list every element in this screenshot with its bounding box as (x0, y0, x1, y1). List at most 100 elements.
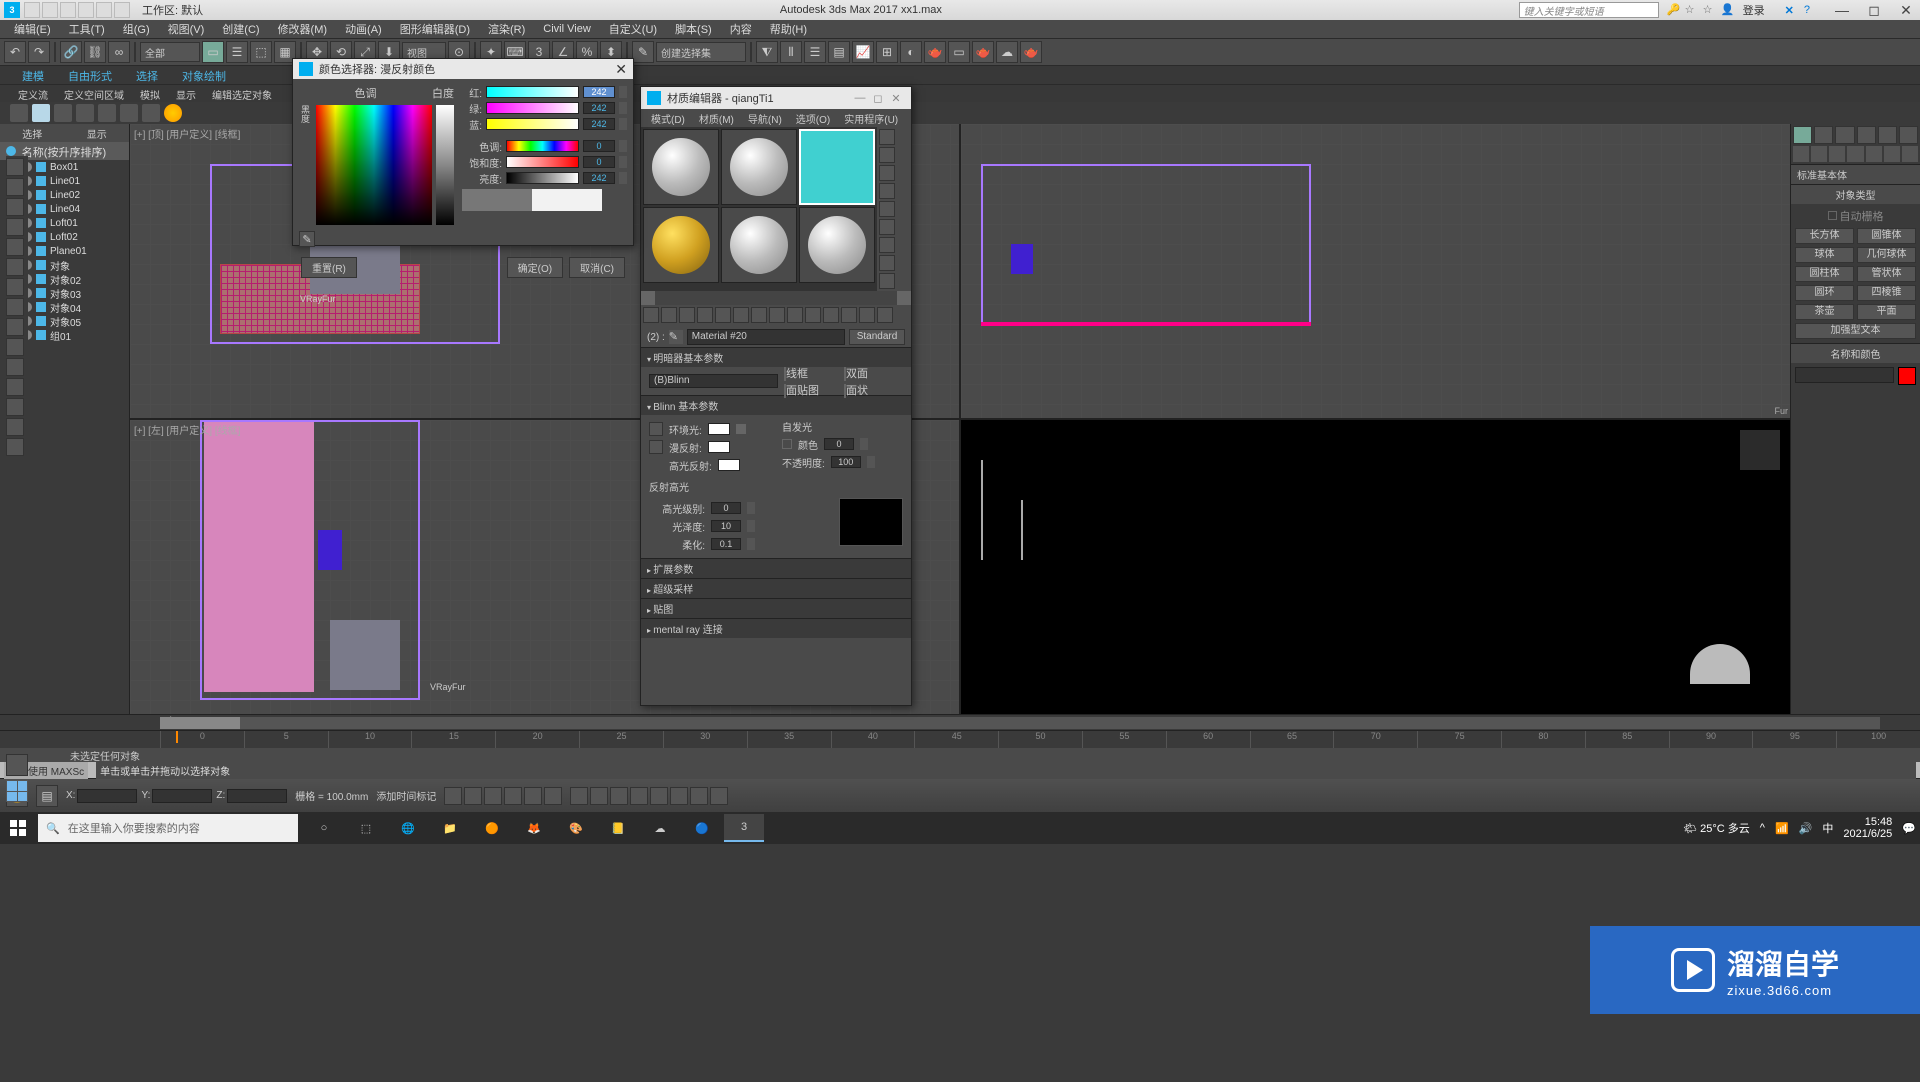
se-tool-icon[interactable] (6, 438, 24, 456)
notes-icon[interactable]: 📒 (598, 814, 638, 842)
align-button[interactable]: ⫴ (780, 41, 802, 63)
cancel-button[interactable]: 取消(C) (569, 257, 625, 278)
menu-customize[interactable]: 自定义(U) (601, 19, 665, 39)
window-maximize-button[interactable]: ◻ (869, 92, 887, 105)
create-pyramid-button[interactable]: 四棱锥 (1857, 285, 1916, 301)
zoom-extents-button[interactable] (610, 787, 628, 805)
opacity-value[interactable]: 100 (831, 456, 861, 468)
undo-button[interactable]: ↶ (4, 41, 26, 63)
spinner[interactable] (867, 456, 875, 468)
area-icon[interactable] (32, 104, 50, 122)
h-slider[interactable] (506, 140, 579, 152)
go-forward-icon[interactable] (859, 307, 875, 323)
cp-cat-lights[interactable] (1829, 146, 1845, 162)
star-icon[interactable]: ☆ (1685, 3, 1699, 17)
rib-simulate[interactable]: 模拟 (132, 85, 168, 102)
coord-x-input[interactable] (77, 789, 137, 803)
spinner[interactable] (747, 502, 755, 514)
ribbon-tab-modeling[interactable]: 建模 (10, 66, 56, 84)
mat-id-icon[interactable] (879, 273, 895, 289)
cp-cat-cameras[interactable] (1847, 146, 1863, 162)
object-color-swatch[interactable] (1898, 367, 1916, 385)
cp-cat-shapes[interactable] (1811, 146, 1827, 162)
se-tool-icon[interactable] (6, 278, 24, 296)
windows-start-button[interactable] (4, 814, 32, 842)
app-icon[interactable]: 🟠 (472, 814, 512, 842)
cp-tab-hierarchy[interactable] (1835, 126, 1854, 144)
qat-link-icon[interactable] (114, 2, 130, 18)
spinner[interactable] (619, 172, 627, 184)
help-icon[interactable]: ? (1804, 4, 1810, 16)
assign-material-icon[interactable] (679, 307, 695, 323)
menu-create[interactable]: 创建(C) (214, 19, 267, 39)
cp-tab-create[interactable] (1793, 126, 1812, 144)
se-tool-icon[interactable] (6, 238, 24, 256)
sun-icon[interactable] (164, 104, 182, 122)
color-picker-titlebar[interactable]: 颜色选择器: 漫反射颜色 ✕ (293, 59, 633, 79)
window-restore-button[interactable]: ◻ (1864, 2, 1884, 19)
rect-select-button[interactable]: ⬚ (250, 41, 272, 63)
se-tool-icon[interactable] (6, 198, 24, 216)
flow-icon[interactable] (10, 104, 28, 122)
lock-icon[interactable] (736, 424, 746, 434)
rib-display[interactable]: 显示 (168, 85, 204, 102)
sim-icon[interactable] (76, 104, 94, 122)
link-button[interactable]: 🔗 (60, 41, 82, 63)
firefox-icon[interactable]: 🦊 (514, 814, 554, 842)
selection-filter-dropdown[interactable]: 全部 (140, 42, 200, 62)
se-tool-icon[interactable] (6, 358, 24, 376)
se-tool-icon[interactable] (6, 258, 24, 276)
menu-graph-editors[interactable]: 图形编辑器(D) (392, 19, 478, 39)
pick-material-icon[interactable] (877, 307, 893, 323)
go-parent-icon[interactable] (823, 307, 839, 323)
backlight-icon[interactable] (879, 147, 895, 163)
cp-tab-modify[interactable] (1814, 126, 1833, 144)
diffuse-swatch[interactable] (708, 441, 730, 453)
bind-button[interactable]: ∞ (108, 41, 130, 63)
material-slot-selected[interactable] (799, 129, 875, 205)
se-tool-icon[interactable] (6, 178, 24, 196)
rollout-extended[interactable]: 扩展参数 (641, 558, 911, 578)
time-ruler[interactable]: 0 5 10 15 20 25 30 35 40 45 50 55 60 65 … (0, 730, 1920, 748)
ribbon-tab-freeform[interactable]: 自由形式 (56, 66, 124, 84)
taskbar-clock[interactable]: 15:48 2021/6/25 (1843, 816, 1892, 840)
video-color-icon[interactable] (879, 201, 895, 217)
glossiness-value[interactable]: 10 (711, 520, 741, 532)
window-minimize-button[interactable]: — (1832, 2, 1852, 19)
menu-civil-view[interactable]: Civil View (535, 21, 598, 37)
viewcube[interactable] (1740, 430, 1780, 470)
coord-y-input[interactable] (152, 789, 212, 803)
create-teapot-button[interactable]: 茶壶 (1795, 304, 1854, 320)
schematic-button[interactable]: ⊞ (876, 41, 898, 63)
menu-tools[interactable]: 工具(T) (61, 19, 113, 39)
rollout-maps[interactable]: 贴图 (641, 598, 911, 618)
cp-category-dropdown[interactable]: 标准基本体 (1791, 164, 1920, 184)
create-box-button[interactable]: 长方体 (1795, 228, 1854, 244)
sample-type-icon[interactable] (879, 129, 895, 145)
window-minimize-button[interactable]: — (851, 92, 869, 104)
se-tool-icon[interactable] (6, 318, 24, 336)
zoom-all-button[interactable] (590, 787, 608, 805)
disp2-icon[interactable] (120, 104, 138, 122)
viewport-perspective[interactable] (961, 420, 1790, 714)
ambient-swatch[interactable] (708, 423, 730, 435)
viewport-label[interactable]: [+] [顶] [用户定义] [线框] (134, 126, 240, 141)
menu-rendering[interactable]: 渲染(R) (480, 19, 533, 39)
value-bar[interactable] (436, 105, 454, 225)
mirror-button[interactable]: ⧨ (756, 41, 778, 63)
background-icon[interactable] (879, 165, 895, 181)
spinner[interactable] (619, 86, 627, 98)
redo-button[interactable]: ↷ (28, 41, 50, 63)
go-sibling-icon[interactable] (841, 307, 857, 323)
se-tool-icon[interactable] (6, 298, 24, 316)
soften-value[interactable]: 0.1 (711, 538, 741, 550)
create-geosphere-button[interactable]: 几何球体 (1857, 247, 1916, 263)
me-menu-options[interactable]: 选项(O) (790, 109, 836, 127)
task-view-button[interactable]: ○ (304, 814, 344, 842)
rollout-mentalray[interactable]: mental ray 连接 (641, 618, 911, 638)
material-slot[interactable] (721, 129, 797, 205)
sample-uv-icon[interactable] (879, 183, 895, 199)
disp-icon[interactable] (98, 104, 116, 122)
coord-z-input[interactable] (227, 789, 287, 803)
prev-frame-button[interactable] (464, 787, 482, 805)
